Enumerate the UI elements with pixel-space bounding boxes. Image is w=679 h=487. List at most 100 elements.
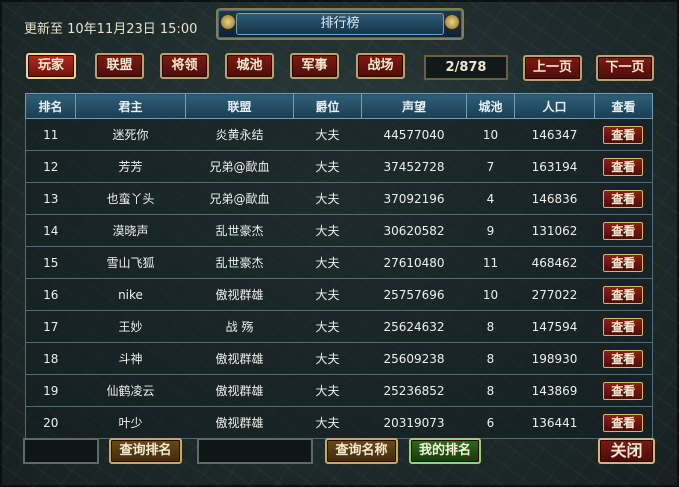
cell-lord: 王妙 (75, 310, 186, 343)
cell-population: 277022 (514, 278, 595, 311)
view-button[interactable]: 查看 (603, 413, 644, 432)
view-button[interactable]: 查看 (603, 157, 644, 176)
cell-population: 468462 (514, 246, 595, 279)
table-row: 13 也蛮丫头 兄弟@歃血 大夫 37092196 4 146836 查看 (25, 182, 653, 215)
cell-title: 大夫 (293, 374, 362, 407)
cell-lord: 仙鹤凌云 (75, 374, 186, 407)
cell-population: 131062 (514, 214, 595, 247)
cell-lord: 芳芳 (75, 150, 186, 183)
cell-rank: 14 (25, 214, 76, 247)
page-indicator: 2/878 (424, 55, 508, 80)
cell-cities: 11 (466, 246, 515, 279)
view-button[interactable]: 查看 (603, 221, 644, 240)
cell-prestige: 25624632 (361, 310, 467, 343)
cell-rank: 13 (25, 182, 76, 215)
tab-general[interactable]: 将领 (160, 53, 209, 79)
col-header-rank[interactable]: 排名 (25, 93, 76, 119)
tab-alliance[interactable]: 联盟 (95, 53, 144, 79)
view-button[interactable]: 查看 (603, 189, 644, 208)
my-rank-button[interactable]: 我的排名 (409, 438, 481, 464)
tab-military[interactable]: 军事 (290, 53, 339, 79)
cell-cities: 8 (466, 342, 515, 375)
cell-prestige: 20319073 (361, 406, 467, 439)
cell-cities: 10 (466, 118, 515, 151)
col-header-title[interactable]: 爵位 (293, 93, 362, 119)
view-button[interactable]: 查看 (603, 253, 644, 272)
cell-lord: 也蛮丫头 (75, 182, 186, 215)
cell-lord: 漠晓声 (75, 214, 186, 247)
query-rank-button[interactable]: 查询排名 (109, 438, 182, 464)
cell-alliance: 傲视群雄 (185, 374, 294, 407)
cell-cities: 7 (466, 150, 515, 183)
cell-view: 查看 (594, 310, 653, 343)
cell-view: 查看 (594, 374, 653, 407)
cell-prestige: 27610480 (361, 246, 467, 279)
view-button[interactable]: 查看 (603, 317, 644, 336)
col-header-alliance[interactable]: 联盟 (185, 93, 294, 119)
table-row: 17 王妙战 殇大夫 25624632 8 147594 查看 (25, 310, 653, 343)
cell-title: 大夫 (293, 342, 362, 375)
prev-page-button[interactable]: 上一页 (523, 55, 582, 81)
ranking-table: 排名 君主 联盟 爵位 声望 城池 人口 查看 11 迷死你 炎黄永结 大夫 44577… (25, 93, 653, 439)
cell-title: 大夫 (293, 278, 362, 311)
cell-view: 查看 (594, 214, 653, 247)
view-button[interactable]: 查看 (603, 125, 644, 144)
cell-cities: 9 (466, 214, 515, 247)
cell-alliance: 炎黄永结 (185, 118, 294, 151)
cell-title: 大夫 (293, 246, 362, 279)
cell-population: 136441 (514, 406, 595, 439)
cell-population: 146836 (514, 182, 595, 215)
tab-player[interactable]: 玩家 (26, 53, 76, 79)
cell-prestige: 44577040 (361, 118, 467, 151)
cell-rank: 19 (25, 374, 76, 407)
cell-cities: 8 (466, 310, 515, 343)
next-page-button[interactable]: 下一页 (596, 55, 654, 81)
table-row: 11 迷死你 炎黄永结 大夫 44577040 10 146347 查看 (25, 118, 653, 151)
title-bar: 排行榜 (216, 8, 464, 40)
cell-prestige: 25757696 (361, 278, 467, 311)
cell-prestige: 37092196 (361, 182, 467, 215)
cell-cities: 10 (466, 278, 515, 311)
cell-rank: 12 (25, 150, 76, 183)
name-query-input[interactable] (197, 438, 313, 464)
query-name-button[interactable]: 查询名称 (325, 438, 398, 464)
tab-city[interactable]: 城池 (225, 53, 274, 79)
view-button[interactable]: 查看 (603, 381, 644, 400)
cell-rank: 15 (25, 246, 76, 279)
cell-lord: 叶少 (75, 406, 186, 439)
col-header-prestige[interactable]: 声望 (361, 93, 467, 119)
cell-population: 163194 (514, 150, 595, 183)
close-button[interactable]: 关闭 (598, 438, 655, 464)
rank-query-input[interactable] (23, 438, 99, 464)
cell-prestige: 25236852 (361, 374, 467, 407)
leaderboard-panel: 更新至 10年11月23日 15:00 排行榜 玩家 联盟 将领 城池 军事 战… (0, 0, 679, 487)
cell-alliance: 傲视群雄 (185, 342, 294, 375)
cell-rank: 11 (25, 118, 76, 151)
page-title: 排行榜 (236, 13, 444, 35)
cell-cities: 4 (466, 182, 515, 215)
cell-prestige: 37452728 (361, 150, 467, 183)
cell-alliance: 兄弟@歃血 (185, 150, 294, 183)
tab-battlefield[interactable]: 战场 (356, 53, 405, 79)
update-timestamp: 更新至 10年11月23日 15:00 (24, 22, 198, 37)
cell-rank: 17 (25, 310, 76, 343)
table-header-row: 排名 君主 联盟 爵位 声望 城池 人口 查看 (25, 93, 653, 119)
col-header-cities[interactable]: 城池 (466, 93, 515, 119)
col-header-population[interactable]: 人口 (514, 93, 595, 119)
table-row: 19 仙鹤凌云 傲视群雄 大夫 25236852 8 143869 查看 (25, 374, 653, 407)
title-ornament-left-icon (220, 14, 236, 30)
col-header-view: 查看 (594, 93, 653, 119)
cell-view: 查看 (594, 150, 653, 183)
cell-view: 查看 (594, 118, 653, 151)
cell-lord: 迷死你 (75, 118, 186, 151)
cell-population: 147594 (514, 310, 595, 343)
cell-view: 查看 (594, 278, 653, 311)
cell-view: 查看 (594, 406, 653, 439)
cell-title: 大夫 (293, 310, 362, 343)
cell-title: 大夫 (293, 182, 362, 215)
cell-title: 大夫 (293, 118, 362, 151)
view-button[interactable]: 查看 (603, 285, 644, 304)
col-header-lord[interactable]: 君主 (75, 93, 186, 119)
view-button[interactable]: 查看 (603, 349, 644, 368)
cell-alliance: 乱世豪杰 (185, 214, 294, 247)
